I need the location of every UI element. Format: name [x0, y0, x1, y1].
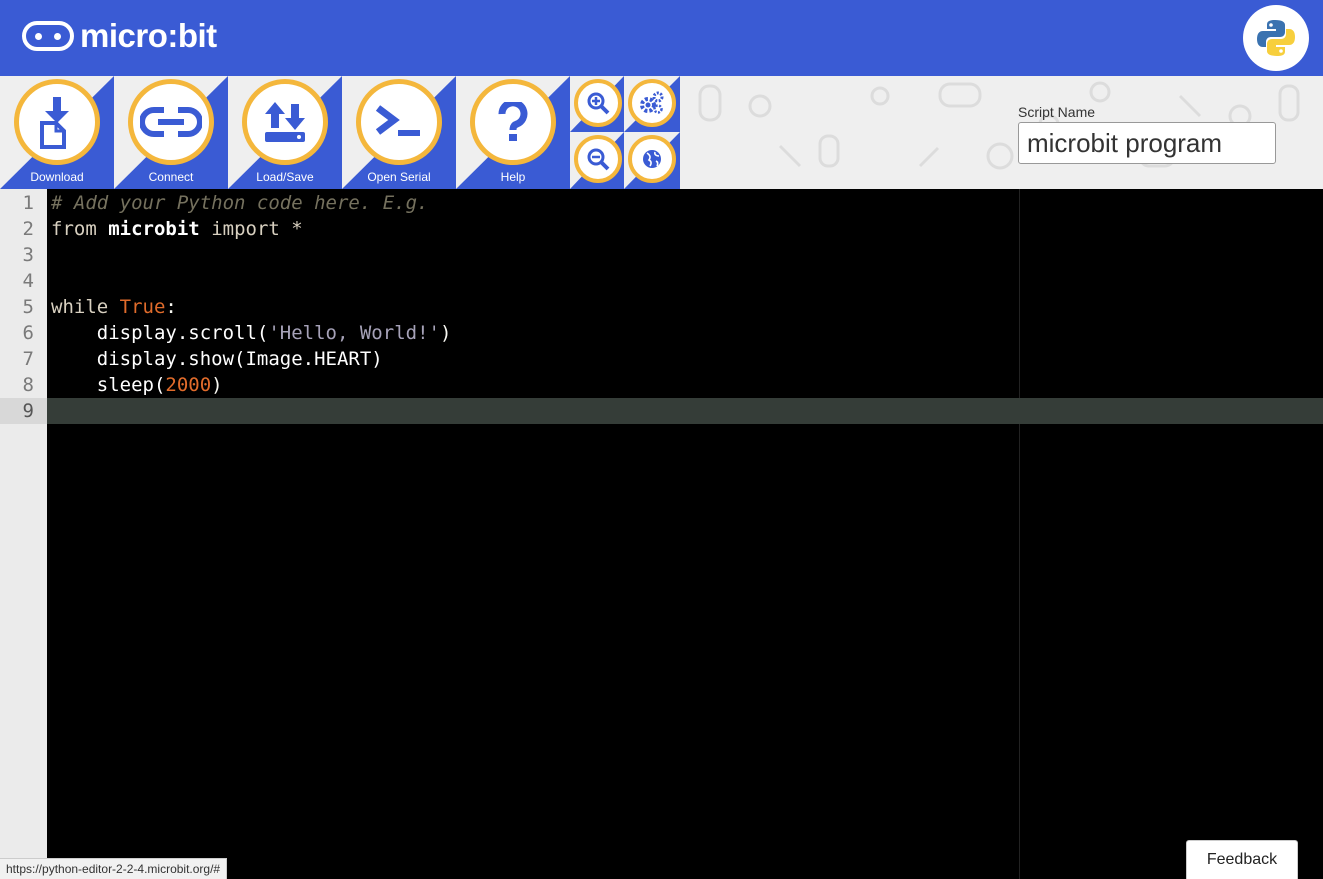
code-line[interactable]: 5 while True: — [0, 294, 1323, 320]
zoom-in-button[interactable] — [572, 76, 626, 132]
help-icon — [470, 79, 556, 165]
terminal-icon — [356, 79, 442, 165]
code-line[interactable]: 1 # Add your Python code here. E.g. — [0, 190, 1323, 216]
connect-label: Connect — [148, 170, 194, 184]
python-editor-app: micro:bit Download Connect Load/Save Ope… — [0, 0, 1323, 879]
help-label: Help — [500, 170, 526, 184]
zoom-out-icon — [574, 135, 622, 183]
help-button[interactable]: Help — [456, 76, 570, 189]
open-serial-button[interactable]: Open Serial — [342, 76, 456, 189]
download-button[interactable]: Download — [0, 76, 114, 189]
code-line[interactable]: 8 sleep(2000) — [0, 372, 1323, 398]
line-number: 3 — [22, 244, 34, 266]
load-save-button[interactable]: Load/Save — [228, 76, 342, 189]
line-number: 4 — [22, 270, 34, 292]
code-text: sleep(2000) — [96, 374, 223, 396]
code-line[interactable]: 6 display.scroll('Hello, World!') — [0, 320, 1323, 346]
line-number: 7 — [22, 348, 34, 370]
connect-button[interactable]: Connect — [114, 76, 228, 189]
load-save-label: Load/Save — [256, 170, 314, 184]
header-bar: micro:bit — [0, 0, 1323, 76]
feedback-button[interactable]: Feedback — [1186, 840, 1298, 879]
code-text: while True: — [51, 296, 177, 318]
line-number: 8 — [22, 374, 34, 396]
line-number: 1 — [22, 192, 34, 214]
line-number: 2 — [22, 218, 34, 240]
script-name-input[interactable] — [1018, 122, 1276, 164]
open-serial-label: Open Serial — [367, 170, 431, 184]
script-name-label: Script Name — [1018, 104, 1096, 120]
logo-text: micro:bit — [80, 17, 217, 54]
code-line[interactable]: 7 display.show(Image.HEART) — [0, 346, 1323, 372]
language-icon — [628, 135, 676, 183]
microbit-logo[interactable]: micro:bit — [22, 14, 217, 58]
settings-icon — [628, 79, 676, 127]
code-editor[interactable]: 1 # Add your Python code here. E.g. 2 fr… — [0, 189, 1323, 879]
script-name-group: Script Name — [1018, 104, 1276, 164]
code-text: display.show(Image.HEART) — [96, 348, 383, 370]
code-text: from microbit import * — [51, 218, 303, 240]
code-line[interactable]: 2 from microbit import * — [0, 216, 1323, 242]
download-label: Download — [30, 170, 84, 184]
settings-button[interactable] — [626, 76, 680, 132]
zoom-out-button[interactable] — [572, 132, 626, 188]
microbit-logo-icon — [22, 21, 74, 51]
load-save-icon — [242, 79, 328, 165]
code-line[interactable]: 4 — [0, 268, 1323, 294]
line-number: 6 — [22, 322, 34, 344]
status-url: https://python-editor-2-2-4.microbit.org… — [0, 858, 228, 879]
code-text: # Add your Python code here. E.g. — [51, 192, 429, 214]
connect-icon — [128, 79, 214, 165]
code-lines[interactable]: 1 # Add your Python code here. E.g. 2 fr… — [0, 189, 1323, 424]
python-logo-icon[interactable] — [1243, 5, 1309, 71]
code-line-active[interactable]: 9 — [0, 398, 1323, 424]
code-text: display.scroll('Hello, World!') — [96, 322, 452, 344]
download-icon — [14, 79, 100, 165]
code-line[interactable]: 3 — [0, 242, 1323, 268]
language-button[interactable] — [626, 132, 680, 188]
toolbar: Download Connect Load/Save Open Serial H… — [0, 76, 1323, 189]
zoom-in-icon — [574, 79, 622, 127]
line-number: 9 — [0, 398, 47, 424]
line-number: 5 — [22, 296, 34, 318]
